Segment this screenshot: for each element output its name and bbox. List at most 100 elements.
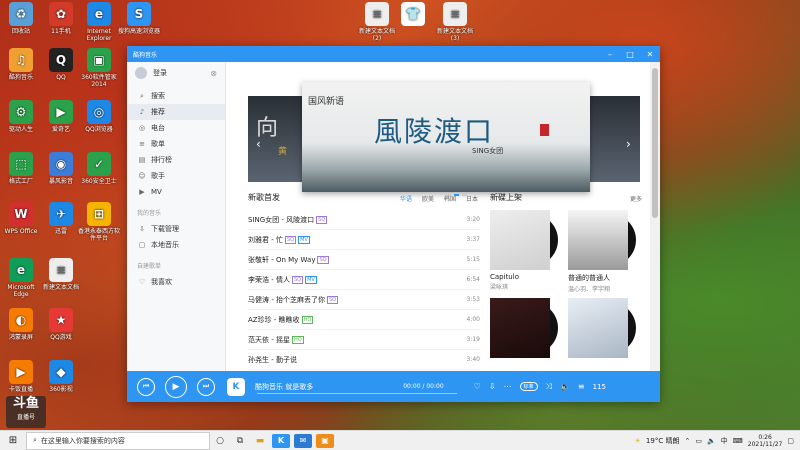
- desktop-icon-label[interactable]: Internet Explorer: [78, 28, 120, 42]
- iqiyi-icon[interactable]: ▶: [49, 100, 73, 124]
- phone-app-icon[interactable]: ✿: [49, 2, 73, 26]
- taskbar-mail-icon[interactable]: ✉: [294, 433, 312, 448]
- driver-icon[interactable]: ⚙: [9, 100, 33, 124]
- album-cover[interactable]: [490, 210, 550, 270]
- song-tab[interactable]: 韩国: [444, 194, 456, 203]
- desktop-icon[interactable]: 👕: [392, 2, 434, 28]
- weather-icon[interactable]: ☀: [635, 437, 641, 445]
- desktop-icon-label[interactable]: 新建文本文档(3): [434, 28, 476, 42]
- desktop-icon-label[interactable]: WPS Office: [0, 228, 42, 235]
- sidebar-item[interactable]: ♪ 推荐: [127, 104, 225, 120]
- security-icon[interactable]: ✓: [87, 152, 111, 176]
- settings-icon[interactable]: ⊗: [210, 69, 217, 78]
- file-explorer-icon[interactable]: ▬: [250, 436, 270, 446]
- banner-next-arrow-icon[interactable]: ›: [626, 137, 631, 151]
- sogou-browser-icon[interactable]: S: [127, 2, 151, 26]
- desktop-icon[interactable]: ⬚ 格式工厂: [0, 152, 42, 185]
- network-icon[interactable]: ▭: [695, 437, 702, 445]
- song-row[interactable]: SING女团 - 风陵渡口 SQ 3:20: [248, 210, 480, 230]
- taskbar-search[interactable]: ⌕ 在这里输入你要搜索的内容: [26, 431, 210, 450]
- album-name[interactable]: 普通的普通人: [568, 273, 636, 283]
- wps-icon[interactable]: W: [9, 202, 33, 226]
- quality-badge[interactable]: 标准: [519, 382, 538, 391]
- banner-carousel[interactable]: 向 黄 国风新语 風陵渡口 SING女团 ‹ ›: [226, 82, 650, 196]
- tshirt-icon[interactable]: 👕: [401, 2, 425, 26]
- song-row[interactable]: 孙尧生 - 勤子说 3:40: [248, 350, 480, 370]
- song-row[interactable]: 刘雅君 - 忙 SQ MV 3:37: [248, 230, 480, 250]
- task-view-icon[interactable]: ⧉: [230, 436, 250, 446]
- like-icon[interactable]: ♡: [474, 382, 481, 391]
- album-name[interactable]: Capitulo: [490, 273, 558, 281]
- volume-tray-icon[interactable]: 🔈: [707, 437, 716, 445]
- desktop-icon[interactable]: ✈ 迅雷: [40, 202, 82, 235]
- scrollbar-thumb[interactable]: [652, 68, 658, 218]
- desktop-icon[interactable]: ♫ 酷狗音乐: [0, 48, 42, 81]
- login-label[interactable]: 登录: [153, 68, 167, 78]
- ime-indicator[interactable]: 中: [721, 436, 728, 446]
- titlebar[interactable]: 酷狗音乐 – □ ✕: [127, 46, 660, 62]
- desktop-icon[interactable]: ◎ QQ浏览器: [78, 100, 120, 133]
- more-icon[interactable]: ⋯: [504, 382, 512, 391]
- song-row[interactable]: 李荣浩 - 情人 SQ MV 6:54: [248, 270, 480, 290]
- desktop-icon[interactable]: e Microsoft Edge: [0, 258, 42, 298]
- desktop-icon[interactable]: ◆ 360影视: [40, 360, 82, 393]
- song-tab[interactable]: 日本: [466, 194, 478, 203]
- song-tab[interactable]: 欧美: [422, 194, 434, 203]
- desktop-icon-label[interactable]: 驱动人生: [0, 126, 42, 133]
- song-title[interactable]: 张敬轩 - On My Way: [248, 255, 315, 265]
- song-title[interactable]: 范天依 - 摇星: [248, 335, 290, 345]
- desktop-icon[interactable]: S 搜狗高速浏览器: [118, 2, 160, 35]
- desktop-icon[interactable]: ◉ 暴风影音: [40, 152, 82, 185]
- volume-icon[interactable]: 🔈: [560, 382, 570, 391]
- text-file-icon[interactable]: ≡: [443, 2, 467, 26]
- desktop-icon-label[interactable]: QQ浏览器: [78, 126, 120, 133]
- album-card[interactable]: [568, 298, 636, 358]
- recycle-bin-icon[interactable]: ♻: [9, 2, 33, 26]
- sidebar-item[interactable]: ▶ MV: [127, 184, 225, 200]
- desktop-icon[interactable]: ⊞ 香港永泰西方软件平台: [78, 202, 120, 242]
- song-title[interactable]: 马健涛 - 抬个芝麻丢了你: [248, 295, 325, 305]
- desktop-icon[interactable]: Q QQ: [40, 48, 82, 81]
- song-title[interactable]: 孙尧生 - 勤子说: [248, 355, 297, 365]
- text-file-icon[interactable]: ≡: [365, 2, 389, 26]
- albums-more-link[interactable]: 更多: [630, 194, 642, 203]
- sidebar-item[interactable]: ☺ 歌手: [127, 168, 225, 184]
- music-store-icon[interactable]: ♫: [9, 48, 33, 72]
- video-player-icon[interactable]: ◉: [49, 152, 73, 176]
- edge-icon[interactable]: e: [9, 258, 33, 282]
- desktop-icon-label[interactable]: QQ: [40, 74, 82, 81]
- desktop-icon[interactable]: ≡ 新建文本文档: [40, 258, 82, 291]
- song-row[interactable]: 范天依 - 摇星 HQ 3:19: [248, 330, 480, 350]
- album-cover[interactable]: [568, 298, 628, 358]
- song-title[interactable]: AZ珍珍 - 瞧瞧收: [248, 315, 300, 325]
- desktop-icon-label[interactable]: 360软件管家2014: [78, 74, 120, 88]
- desktop-icon-label[interactable]: QQ游戏: [40, 334, 82, 341]
- desktop-icon-label[interactable]: 迅雷: [40, 228, 82, 235]
- taskbar-app-icon[interactable]: ▣: [316, 433, 334, 448]
- weather-text[interactable]: 19°C 晴朗: [646, 436, 680, 446]
- login-row[interactable]: 登录 ⊗: [127, 62, 225, 84]
- desktop-icon-label[interactable]: 爱奇艺: [40, 126, 82, 133]
- sidebar-item[interactable]: ◎ 电台: [127, 120, 225, 136]
- software-manager-icon[interactable]: ▣: [87, 48, 111, 72]
- album-card[interactable]: 普通的普通人 温心羽、李宇翔: [568, 210, 636, 293]
- desktop-icon-label[interactable]: 香港永泰西方软件平台: [78, 228, 120, 242]
- banner-next-slide[interactable]: [590, 96, 640, 182]
- cortana-icon[interactable]: ○: [210, 436, 230, 446]
- album-cover[interactable]: [490, 298, 550, 358]
- avatar[interactable]: [135, 67, 147, 79]
- desktop-icon[interactable]: ⚙ 驱动人生: [0, 100, 42, 133]
- desktop-icon[interactable]: ★ QQ游戏: [40, 308, 82, 341]
- taskbar-search-placeholder[interactable]: 在这里输入你要搜索的内容: [41, 436, 125, 446]
- text-file-icon[interactable]: ≡: [49, 258, 73, 282]
- desktop-icon[interactable]: ≡ 新建文本文档(3): [434, 2, 476, 42]
- song-title[interactable]: 李荣浩 - 情人: [248, 275, 290, 285]
- desktop-icon[interactable]: W WPS Office: [0, 202, 42, 235]
- minimize-icon[interactable]: –: [600, 50, 620, 59]
- desktop-icon-label[interactable]: 回收站: [0, 28, 42, 35]
- quality-tag[interactable]: MV: [305, 275, 317, 284]
- desktop-icon-label[interactable]: 酷狗音乐: [0, 74, 42, 81]
- maximize-icon[interactable]: □: [620, 50, 640, 59]
- screen-record-icon[interactable]: ◐: [9, 308, 33, 332]
- desktop-icon-label[interactable]: 360影视: [40, 386, 82, 393]
